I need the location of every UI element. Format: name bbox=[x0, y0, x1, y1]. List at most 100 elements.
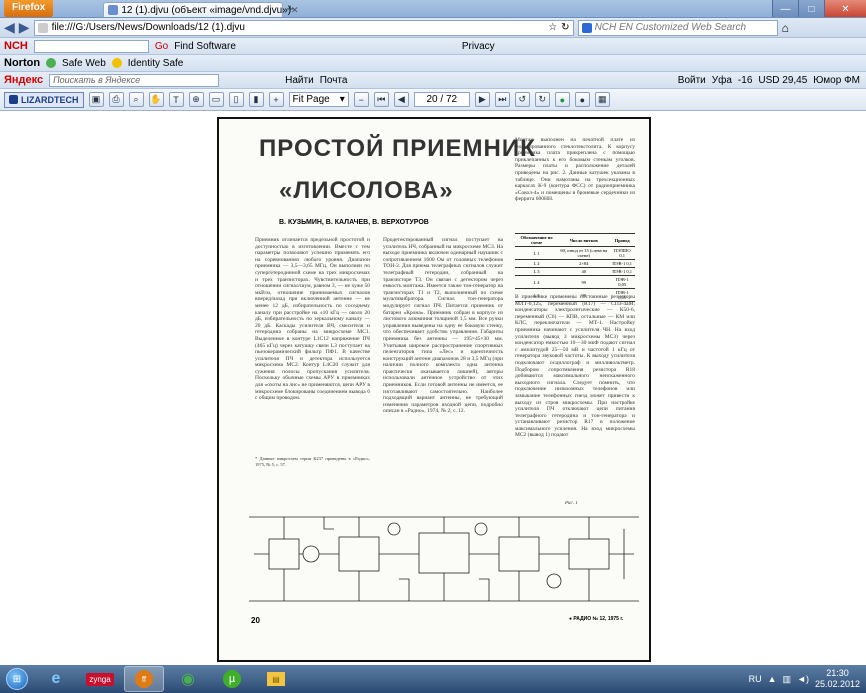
rotate-left-icon[interactable]: ↺ bbox=[514, 92, 530, 107]
taskbar-zynga[interactable]: zynga bbox=[80, 666, 120, 692]
table-cell: L 3 bbox=[515, 267, 559, 276]
figure-caption: Рис. 1 bbox=[565, 501, 578, 506]
reload-icon[interactable]: ↻ bbox=[561, 22, 569, 33]
last-page-icon[interactable]: ⏭ bbox=[494, 92, 510, 107]
table-row: L 2 2×84 ПЭВ-1 0,1 bbox=[515, 259, 635, 268]
zoom-out-icon[interactable]: − bbox=[353, 92, 369, 107]
norton-logo: Norton bbox=[4, 57, 41, 69]
text-column-4: В приемнике применены постоянные резисто… bbox=[515, 294, 635, 439]
hand-tool-icon[interactable]: ✋ bbox=[148, 92, 164, 107]
select-tool-icon[interactable]: ▭ bbox=[208, 92, 224, 107]
save-icon[interactable]: ▣ bbox=[88, 92, 104, 107]
search-placeholder: NCH EN Customized Web Search bbox=[594, 22, 747, 33]
document-page: ПРОСТОЙ ПРИЕМНИК «ЛИСОЛОВА» В. КУЗЬМИН, … bbox=[217, 117, 651, 662]
zoom-in-icon[interactable]: + bbox=[268, 92, 284, 107]
thumbnails-icon[interactable]: ▦ bbox=[594, 92, 610, 107]
tray-arrow-icon[interactable]: ▲ bbox=[768, 674, 777, 684]
djvu-toolbar: LIZARDTECH ▣ ⎙ ⌕ ✋ T ⊕ ▭ ▯ ▮ + Fit Page ▾… bbox=[0, 89, 866, 111]
table-cell: 60, отвод от 15 (слева на схеме) bbox=[558, 246, 610, 260]
table-cell: 99 bbox=[558, 275, 610, 289]
taskbar-ie[interactable]: e bbox=[36, 666, 76, 692]
file-icon bbox=[37, 22, 48, 33]
text-column-2: Продетектированный сигнал поступает на у… bbox=[383, 237, 503, 415]
nch-find-software[interactable]: Find Software bbox=[174, 41, 236, 52]
footnote: * Данные микросхем серии К237 приведены … bbox=[255, 456, 370, 467]
table-cell: 2×84 bbox=[558, 259, 610, 268]
yandex-toolbar: Яндекс Поискать в Яндексе Найти Почта Во… bbox=[0, 72, 866, 89]
norton-safe-web[interactable]: Safe Web bbox=[62, 58, 106, 69]
utorrent-icon: µ bbox=[223, 670, 241, 688]
minimize-button[interactable]: — bbox=[772, 0, 798, 17]
ie-icon: e bbox=[51, 670, 61, 687]
play-forward-icon[interactable]: ● bbox=[554, 92, 570, 107]
chrome-icon: ◉ bbox=[181, 671, 195, 688]
page-number-input[interactable]: 20 / 72 bbox=[413, 92, 470, 107]
back-icon[interactable]: ◀ bbox=[4, 19, 15, 36]
network-icon[interactable]: ▥ bbox=[783, 674, 792, 685]
djvu-viewer[interactable]: ПРОСТОЙ ПРИЕМНИК «ЛИСОЛОВА» В. КУЗЬМИН, … bbox=[0, 113, 866, 665]
lizardtech-logo[interactable]: LIZARDTECH bbox=[4, 91, 84, 108]
star-icon[interactable]: ☆ bbox=[548, 22, 557, 33]
single-page-icon[interactable]: ▯ bbox=[228, 92, 244, 107]
close-window-button[interactable]: ✕ bbox=[824, 0, 866, 17]
print-icon[interactable]: ⎙ bbox=[108, 92, 124, 107]
lizard-icon bbox=[9, 95, 18, 104]
prev-page-icon[interactable]: ◀ bbox=[393, 92, 409, 107]
zoom-tool-icon[interactable]: ⊕ bbox=[188, 92, 204, 107]
taskbar-firefox[interactable]: ff bbox=[124, 666, 164, 692]
clock-time: 21:30 bbox=[826, 668, 849, 678]
start-button[interactable]: ⊞ bbox=[0, 665, 34, 693]
clock-date: 25.02.2012 bbox=[814, 679, 860, 689]
page-icon bbox=[108, 5, 119, 15]
yandex-login[interactable]: Войти bbox=[678, 75, 706, 86]
text-column-3: Монтаж выполнен на печатной плате из фол… bbox=[515, 137, 635, 203]
schematic-diagram bbox=[249, 516, 639, 602]
taskbar-chrome[interactable]: ◉ bbox=[168, 666, 208, 692]
nch-go-button[interactable]: Go bbox=[155, 41, 168, 52]
tab-djvu[interactable]: 12 (1).djvu (объект «image/vnd.djvu») ✕ bbox=[103, 1, 299, 17]
yandex-temp: -16 bbox=[737, 74, 753, 86]
yandex-find-button[interactable]: Найти bbox=[285, 75, 314, 86]
nch-privacy[interactable]: Privacy bbox=[462, 41, 495, 52]
nch-search-input[interactable] bbox=[33, 39, 149, 53]
coil-table: Обозначение по схеме Число витков Провод… bbox=[515, 233, 635, 302]
address-bar[interactable]: file:///G:/Users/News/Downloads/12 (1).d… bbox=[33, 19, 574, 36]
yandex-currency: USD 29,45 bbox=[758, 74, 808, 86]
language-indicator[interactable]: RU bbox=[749, 674, 762, 684]
continuous-page-icon[interactable]: ▮ bbox=[248, 92, 264, 107]
table-header: Обозначение по схеме bbox=[515, 233, 559, 247]
url-text: file:///G:/Users/News/Downloads/12 (1).d… bbox=[51, 22, 245, 33]
maximize-button[interactable]: □ bbox=[798, 0, 824, 17]
windows-logo-icon: ⊞ bbox=[6, 668, 28, 690]
table-header: Число витков bbox=[558, 233, 610, 247]
next-page-icon[interactable]: ▶ bbox=[474, 92, 490, 107]
text-tool-icon[interactable]: T bbox=[168, 92, 184, 107]
zynga-icon: zynga bbox=[86, 672, 114, 686]
zoom-value: Fit Page bbox=[292, 94, 330, 105]
page-number-value: 20 / 72 bbox=[426, 94, 458, 105]
firefox-menu-button[interactable]: Firefox bbox=[4, 0, 54, 17]
taskbar-explorer[interactable]: ▤ bbox=[256, 666, 296, 692]
forward-icon[interactable]: ▶ bbox=[19, 19, 30, 36]
first-page-icon[interactable]: ⏮ bbox=[373, 92, 389, 107]
nch-logo: NCH bbox=[4, 40, 28, 52]
browser-tab-bar: Firefox 12 (1).djvu (объект «image/vnd.d… bbox=[0, 0, 866, 18]
norton-identity-safe[interactable]: Identity Safe bbox=[128, 58, 184, 69]
new-tab-button[interactable]: + bbox=[286, 1, 294, 16]
yandex-radio[interactable]: Юмор ФМ bbox=[813, 75, 860, 86]
rotate-right-icon[interactable]: ↻ bbox=[534, 92, 550, 107]
web-search-box[interactable]: NCH EN Customized Web Search bbox=[577, 19, 778, 36]
yandex-mail[interactable]: Почта bbox=[320, 75, 348, 86]
taskbar-utorrent[interactable]: µ bbox=[212, 666, 252, 692]
windows-taskbar: ⊞ e zynga ff ◉ µ ▤ RU ▲ ▥ ◄) 21:30 25.02… bbox=[0, 665, 866, 693]
find-icon[interactable]: ⌕ bbox=[128, 92, 144, 107]
yandex-search-input[interactable]: Поискать в Яндексе bbox=[49, 73, 220, 87]
zoom-select[interactable]: Fit Page ▾ bbox=[288, 92, 349, 107]
stop-icon[interactable]: ● bbox=[574, 92, 590, 107]
table-cell: L 4 bbox=[515, 275, 559, 289]
table-cell: L 1 bbox=[515, 246, 559, 260]
chevron-down-icon: ▾ bbox=[339, 94, 345, 105]
home-icon[interactable]: ⌂ bbox=[782, 21, 789, 35]
clock[interactable]: 21:30 25.02.2012 bbox=[815, 668, 860, 690]
volume-icon[interactable]: ◄) bbox=[797, 674, 809, 684]
